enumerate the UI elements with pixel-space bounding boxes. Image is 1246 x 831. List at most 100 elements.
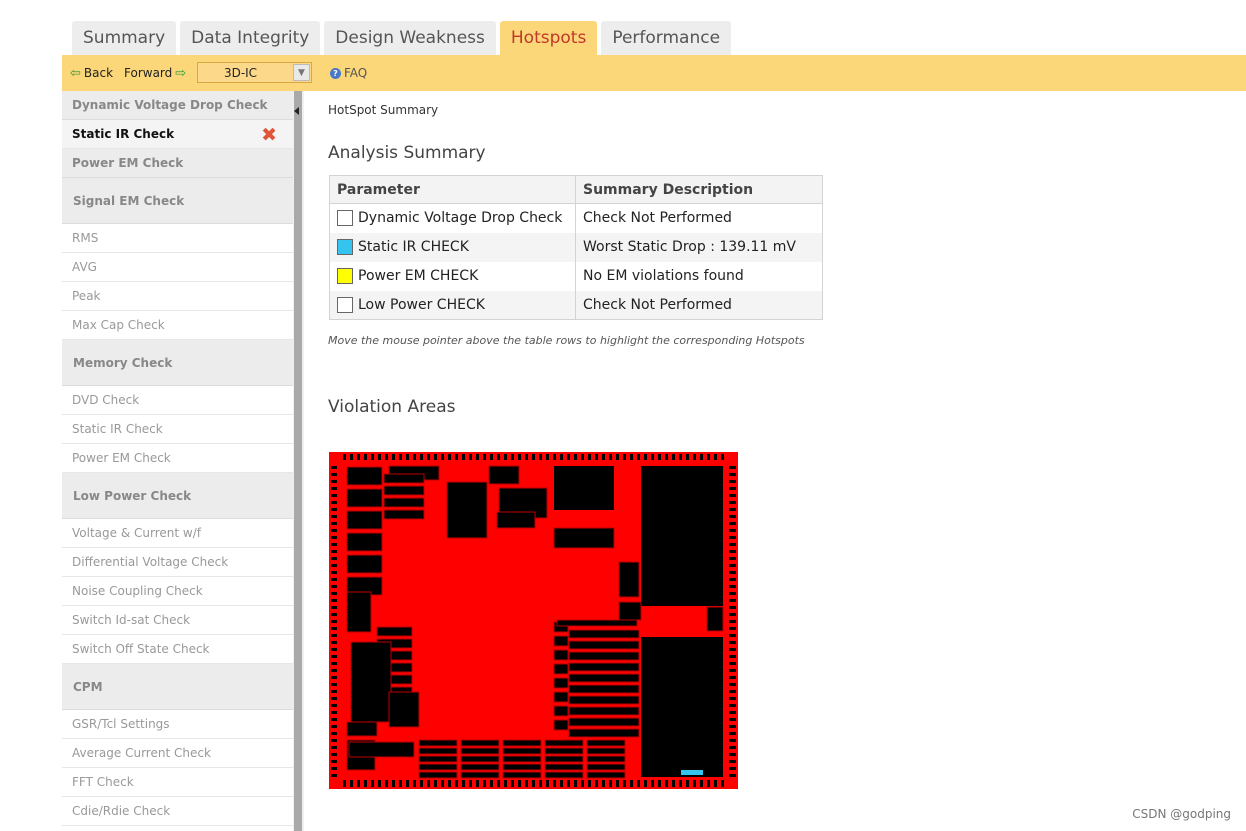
sidebar-item[interactable]: Low Power Check (62, 473, 293, 519)
chip-block (331, 641, 337, 644)
chip-block (331, 578, 337, 581)
chip-block (729, 767, 736, 770)
sidebar-item[interactable]: Switch Id-sat Check (62, 606, 293, 635)
analysis-summary-table: Parameter Summary Description Dynamic Vo… (329, 175, 823, 320)
collapse-icon[interactable] (294, 107, 299, 115)
design-select[interactable]: 3D-IC ▼ (197, 62, 312, 83)
chip-block (502, 747, 542, 755)
tab-bar: Summary Data Integrity Design Weakness H… (72, 21, 732, 55)
chip-block (490, 780, 493, 787)
chip-block (679, 780, 682, 787)
table-row[interactable]: Dynamic Voltage Drop Check Check Not Perf… (329, 203, 823, 233)
sidebar-item-label: AVG (72, 260, 97, 274)
sidebar-item[interactable]: RMS (62, 224, 293, 253)
chip-block (729, 585, 736, 588)
chip-block (729, 690, 736, 693)
violation-area-map[interactable] (329, 452, 738, 789)
chip-block (729, 557, 736, 560)
chip-block (418, 739, 458, 747)
chip-block (560, 454, 563, 460)
parameter-label: Dynamic Voltage Drop Check (358, 210, 563, 227)
sidebar-item-label: Signal EM Check (73, 193, 185, 208)
table-row[interactable]: Static IR CHECK Worst Static Drop : 139.1… (329, 232, 823, 262)
chip-block (553, 663, 569, 675)
chip-block (346, 721, 378, 737)
chip-block (553, 719, 569, 731)
chip-block (383, 509, 425, 520)
sidebar-item[interactable]: Average Current Check (62, 739, 293, 768)
tab-summary[interactable]: Summary (72, 21, 177, 55)
sidebar-splitter-handle[interactable] (293, 91, 304, 831)
chip-block (331, 627, 337, 630)
chip-block (729, 739, 736, 742)
chip-block (427, 780, 430, 787)
chip-block (546, 780, 549, 787)
sidebar-item[interactable]: Switch Off State Check (62, 635, 293, 664)
sidebar-item[interactable]: Static IR Check ✖ (62, 120, 293, 149)
faq-link[interactable]: ? FAQ (330, 55, 367, 91)
chip-block (490, 454, 493, 460)
chip-block (383, 497, 425, 508)
sidebar-item[interactable]: Differential Voltage Check (62, 548, 293, 577)
table-row[interactable]: Low Power CHECK Check Not Performed (329, 290, 823, 320)
chip-block (413, 780, 416, 787)
chip-block (331, 473, 337, 476)
chip-block (686, 780, 689, 787)
chip-block (331, 634, 337, 637)
sidebar-item[interactable]: Power EM Check (62, 149, 293, 178)
chip-block (729, 494, 736, 497)
chip-block (476, 454, 479, 460)
tab-data-integrity[interactable]: Data Integrity (180, 21, 321, 55)
forward-button[interactable]: Forward ⇨ (124, 66, 186, 81)
sidebar-item-label: Low Power Check (73, 488, 192, 503)
chip-block (729, 466, 736, 469)
chip-block (700, 780, 703, 787)
tab-design-weakness[interactable]: Design Weakness (324, 21, 496, 55)
chip-block (651, 454, 654, 460)
sidebar-item[interactable]: Cdie/Rdie Check (62, 797, 293, 826)
chip-block (568, 695, 640, 705)
tab-performance[interactable]: Performance (601, 21, 732, 55)
chip-block (441, 454, 444, 460)
sidebar-item[interactable]: Peak (62, 282, 293, 311)
sidebar-item[interactable]: GSR/Tcl Settings (62, 710, 293, 739)
chip-block (586, 763, 626, 771)
sidebar-item-label: Peak (72, 289, 101, 303)
sidebar-item[interactable]: AVG (62, 253, 293, 282)
back-button[interactable]: ⇦ Back (70, 66, 113, 81)
chip-block (560, 780, 563, 787)
table-row[interactable]: Power EM CHECK No EM violations found (329, 261, 823, 291)
chip-block (568, 684, 640, 694)
chip-block (665, 780, 668, 787)
chip-block (644, 780, 647, 787)
sidebar-item[interactable]: Noise Coupling Check (62, 577, 293, 606)
sidebar-item[interactable]: CPM (62, 664, 293, 710)
chip-block (388, 691, 420, 728)
sidebar-item[interactable]: DVD Check (62, 386, 293, 415)
parameter-cell: Static IR CHECK (329, 232, 576, 262)
chip-block (331, 655, 337, 658)
chip-block (418, 747, 458, 755)
help-icon: ? (330, 67, 341, 79)
chip-block (496, 511, 536, 529)
sidebar-item[interactable]: Static IR Check (62, 415, 293, 444)
close-icon[interactable]: ✖ (261, 124, 277, 146)
sidebar-item[interactable]: FFT Check (62, 768, 293, 797)
sidebar-item[interactable]: Max Cap Check (62, 311, 293, 340)
tab-hotspots[interactable]: Hotspots (499, 21, 598, 55)
chip-block (729, 473, 736, 476)
sidebar-item[interactable]: Dynamic Voltage Drop Check (62, 91, 293, 120)
sidebar-item[interactable]: Memory Check (62, 340, 293, 386)
chip-block (392, 780, 395, 787)
sidebar-item[interactable]: Voltage & Current w/f (62, 519, 293, 548)
chip-block (588, 454, 591, 460)
chip-block (729, 529, 736, 532)
chip-block (539, 780, 542, 787)
sidebar-item[interactable]: Signal EM Check (62, 178, 293, 224)
analysis-summary-title: Analysis Summary (328, 143, 486, 163)
chip-block (729, 599, 736, 602)
chip-block (331, 753, 337, 756)
chip-block (331, 732, 337, 735)
chevron-down-icon[interactable]: ▼ (293, 64, 310, 81)
sidebar-item[interactable]: Power EM Check (62, 444, 293, 473)
